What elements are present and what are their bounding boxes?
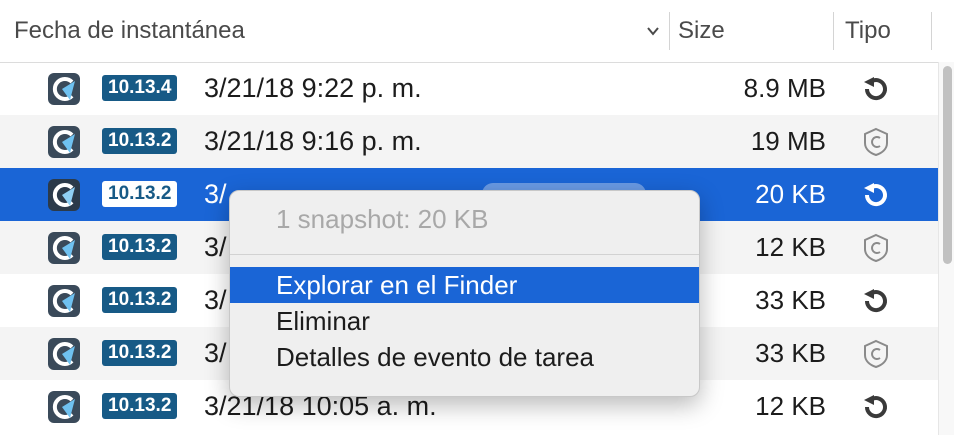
restore-icon	[864, 183, 887, 207]
table-header: Fecha de instantánea Size Tipo	[0, 0, 954, 63]
version-badge: 10.13.2	[102, 287, 178, 313]
table-row[interactable]: 10.13.2 3/21/18 9:16 p. m. 19 MB	[0, 115, 938, 168]
shield-icon	[864, 127, 888, 157]
column-divider[interactable]	[833, 12, 834, 50]
menu-item-task-event-details[interactable]: Detalles de evento de tarea	[230, 339, 699, 375]
app-icon	[48, 285, 80, 317]
column-header-date[interactable]: Fecha de instantánea	[14, 0, 245, 62]
shield-icon	[864, 339, 888, 369]
app-icon	[48, 391, 80, 423]
snapshot-date: 3/	[204, 285, 227, 315]
version-badge: 10.13.2	[102, 234, 178, 260]
restore-icon	[864, 289, 887, 313]
version-badge: 10.13.2	[102, 393, 178, 419]
vertical-scrollbar[interactable]	[938, 62, 954, 435]
app-icon	[48, 338, 80, 370]
table-row[interactable]: 10.13.4 3/21/18 9:22 p. m. 8.9 MB	[0, 62, 938, 115]
snapshot-size: 19 MB	[750, 126, 826, 156]
snapshot-size: 8.9 MB	[743, 73, 826, 103]
column-header-type[interactable]: Tipo	[845, 0, 891, 62]
restore-icon	[864, 77, 887, 101]
app-icon	[48, 232, 80, 264]
snapshot-size: 33 KB	[755, 285, 826, 315]
menu-item-explore-finder[interactable]: Explorar en el Finder	[230, 267, 699, 303]
menu-item-delete[interactable]: Eliminar	[230, 303, 699, 339]
context-menu: 1 snapshot: 20 KB Explorar en el Finder …	[229, 190, 700, 397]
chevron-down-icon[interactable]	[646, 24, 660, 38]
version-badge: 10.13.4	[102, 75, 178, 101]
app-icon	[48, 126, 80, 158]
app-icon	[48, 179, 80, 211]
snapshot-date: 3/	[204, 338, 227, 368]
restore-icon	[864, 395, 887, 419]
snapshot-size: 20 KB	[755, 179, 826, 209]
snapshot-size: 12 KB	[755, 232, 826, 262]
snapshot-size: 33 KB	[755, 338, 826, 368]
app-icon	[48, 73, 80, 105]
column-divider[interactable]	[669, 12, 670, 50]
snapshot-date: 3/	[204, 179, 227, 209]
version-badge: 10.13.2	[102, 181, 178, 207]
column-divider[interactable]	[931, 12, 932, 50]
shield-icon	[864, 233, 888, 263]
menu-divider	[230, 254, 699, 255]
column-header-size[interactable]: Size	[678, 0, 725, 62]
snapshot-date: 3/	[204, 232, 227, 262]
context-menu-info: 1 snapshot: 20 KB	[276, 204, 489, 234]
snapshot-date: 3/21/18 9:16 p. m.	[204, 126, 422, 156]
version-badge: 10.13.2	[102, 128, 178, 154]
scrollbar-thumb[interactable]	[943, 66, 952, 264]
snapshot-size: 12 KB	[755, 391, 826, 421]
version-badge: 10.13.2	[102, 340, 178, 366]
snapshot-date: 3/21/18 9:22 p. m.	[204, 73, 422, 103]
